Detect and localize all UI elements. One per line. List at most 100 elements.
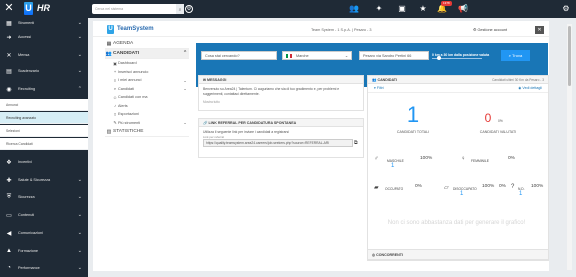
nav-candidati-list[interactable]: ⌕ Candidati ⌄	[105, 85, 189, 94]
sidebar-item-recruiting[interactable]: ◉ Recruiting ⌃	[0, 82, 88, 96]
notification-badge: 1378	[441, 1, 452, 6]
link-icon: 🔗	[203, 120, 208, 125]
chat-icon[interactable]: ▣	[397, 4, 407, 14]
chevron-down-icon: ⌄	[77, 194, 82, 200]
module-header: U TeamSystem Team System - 1 S.p.A. | Pe…	[93, 21, 549, 37]
chevron-down-icon: ⌄	[77, 177, 82, 183]
envelope-icon: ✉	[203, 77, 207, 82]
male-value: 1	[391, 163, 395, 169]
sidebar-item-accessi[interactable]: ➜ Accessi ⌄	[0, 30, 88, 44]
nav-esportazioni[interactable]: ⇪ Esportazioni	[105, 110, 189, 119]
filter-toggle[interactable]: ▾ Filtri	[374, 86, 384, 90]
male-label: MASCHILE	[387, 159, 404, 163]
nav-statistiche[interactable]: ▥ STATISTICHE	[105, 127, 189, 137]
messages-panel: ✉ MESSAGGI Benvenuto su Area24 | Talentu…	[198, 75, 364, 111]
messages-show-all[interactable]: Mostra tutto	[199, 100, 363, 104]
app-name: TeamSystem	[117, 26, 154, 32]
education-icon: ▲	[6, 248, 12, 254]
sidebar-item-sicurezza[interactable]: ⛨ Sicurezza ⌄	[0, 190, 88, 204]
sidebar-subitem-recruiting-avanzato[interactable]: Recruiting avanzato	[0, 112, 88, 124]
chevron-down-icon: ⌄	[77, 212, 82, 218]
female-label: FEMMINILE	[471, 159, 489, 163]
users-icon: 👥	[105, 50, 113, 57]
unemployed-icon: ▱	[444, 185, 449, 191]
sidebar-item-strumenti[interactable]: ▦ Strumenti ⌄	[0, 16, 88, 30]
nav-candidati-ma[interactable]: ☺ Candidati con ma	[105, 93, 189, 102]
settings-circle-icon[interactable]: ⚙	[185, 5, 193, 13]
chevron-down-icon: ⌄	[183, 120, 187, 126]
close-menu-icon[interactable]: ✕	[4, 3, 14, 14]
competitors-panel: ◎ CONCORRENTI	[367, 249, 549, 261]
sparkle-icon[interactable]: ✦	[374, 4, 384, 14]
details-link[interactable]: ◉ Vedi dettagli	[518, 86, 542, 90]
nav-miei-annunci[interactable]: ≡ I miei annunci ⌄	[105, 76, 189, 85]
sidebar-item-contenuti[interactable]: ▭ Contenuti ⌄	[0, 208, 88, 222]
app-logo-text: HR	[37, 3, 50, 13]
evaluated-pct: 0%	[498, 119, 503, 123]
query-input[interactable]: Cosa stai cercando?	[201, 51, 277, 60]
region-select[interactable]: Marche ⌄	[282, 51, 352, 60]
nav-candidati[interactable]: 👥 CANDIDATI ⌃	[105, 49, 189, 59]
account-button[interactable]: ⚙ Gestione account	[473, 27, 507, 32]
nav-dashboard[interactable]: ▣ Dashboard	[105, 59, 189, 68]
search-button[interactable]: ⌕ Trova	[501, 50, 530, 61]
stats-period: Candidati ultimi 30 Km da Pesaro - 3	[492, 77, 544, 82]
search-input[interactable]: Cerca nel sistema	[95, 7, 176, 11]
nav-alerts[interactable]: ♪ Alerts	[105, 102, 189, 111]
users-icon[interactable]: 👥	[349, 4, 359, 14]
referral-title: 🔗 LINK REFERRAL PER CANDIDATURA SPONTANE…	[199, 119, 363, 127]
sidebar-item-comunicazioni[interactable]: ◀ Comunicazioni ⌄	[0, 226, 88, 240]
sidebar-subitem-selezioni[interactable]: Selezioni	[0, 125, 88, 137]
evaluated-value: 0	[484, 111, 492, 125]
megaphone-icon[interactable]: 📢	[458, 4, 468, 14]
stats-header: 👥 CANDIDATI Candidati ultimi 30 Km da Pes…	[368, 76, 548, 84]
location-input[interactable]: Pesaro via Sandro Pertini 66	[359, 51, 429, 60]
megaphone-icon: ◀	[6, 230, 12, 237]
global-search[interactable]: Cerca nel sistema ⌕ ⚙	[92, 4, 193, 14]
nd-pct: 100%	[531, 184, 544, 189]
grid-icon: ▦	[6, 20, 12, 27]
employed-label: OCCUPATO	[385, 187, 404, 191]
unemployed-label: DISOCCUPATO	[453, 187, 477, 191]
close-icon[interactable]: ✕	[535, 26, 544, 34]
italy-flag-icon	[286, 53, 292, 58]
nav-agenda[interactable]: ▦ AGENDA	[105, 39, 189, 49]
sidebar: ▦ Strumenti ⌄ ➜ Accessi ⌄ ✕ Mensa ⌄ ▤ Scadenzar…	[0, 18, 88, 277]
chevron-down-icon: ⌄	[77, 265, 82, 271]
sidebar-item-scadenzario[interactable]: ▤ Scadenzario ⌄	[0, 64, 88, 78]
sidebar-item-salute[interactable]: ✚ Salute & Sicurezza ⌄	[0, 173, 88, 187]
nav-inserisci-annuncio[interactable]: + Inserisci annuncio	[105, 68, 189, 77]
globe-icon: ◎	[372, 252, 376, 257]
nd-value: 1	[519, 191, 523, 197]
male-icon: ♂	[374, 156, 379, 162]
sidebar-subitem-annunci[interactable]: Annunci	[0, 99, 88, 111]
search-icon: ⌕	[508, 53, 512, 58]
sidebar-item-mensa[interactable]: ✕ Mensa ⌄	[0, 48, 88, 62]
nav-piu-strumenti[interactable]: ✎ Più strumenti ⌄	[105, 119, 189, 128]
candidates-stats-panel: 👥 CANDIDATI Candidati ultimi 30 Km da Pes…	[367, 75, 549, 255]
referral-text: Utilizza il seguente link per inviare i …	[203, 130, 289, 134]
sidebar-item-formazione[interactable]: ▲ Formazione ⌄	[0, 244, 88, 258]
gear-icon[interactable]: ⚙	[561, 4, 571, 14]
sidebar-item-performance[interactable]: ◔ Performance ⌄	[0, 261, 88, 275]
female-icon: ♀	[461, 156, 466, 162]
copy-icon[interactable]: ⧉	[354, 140, 360, 146]
teamsystem-logo-icon: U	[107, 25, 114, 34]
employed-pct: 0%	[415, 184, 422, 189]
login-icon: ➜	[6, 34, 12, 41]
star-icon[interactable]: ★	[418, 4, 428, 14]
sidebar-item-incentivi[interactable]: ❖ Incentivi	[0, 155, 88, 169]
scrollbar-thumb[interactable]	[568, 26, 571, 86]
unemployed-pct: 100%	[482, 184, 495, 189]
scrollbar[interactable]	[567, 24, 572, 270]
chevron-up-icon: ⌃	[182, 51, 188, 56]
slider-handle[interactable]	[437, 56, 441, 60]
search-icon[interactable]: ⌕	[176, 4, 184, 14]
calendar-icon: ▦	[106, 40, 112, 47]
sidebar-subitem-ricerca-candidati[interactable]: Ricerca Candidati	[0, 138, 88, 150]
recruiting-icon: ◉	[6, 86, 12, 93]
referral-url-field[interactable]: https://quality.teamsystem.area24.career…	[203, 139, 358, 147]
chevron-down-icon: ⌄	[344, 54, 348, 58]
left-nav: ▦ AGENDA 👥 CANDIDATI ⌃ ▣ Dashboard + Inserisc…	[105, 39, 189, 137]
total-candidates-label: CANDIDATI TOTALI	[396, 130, 430, 134]
